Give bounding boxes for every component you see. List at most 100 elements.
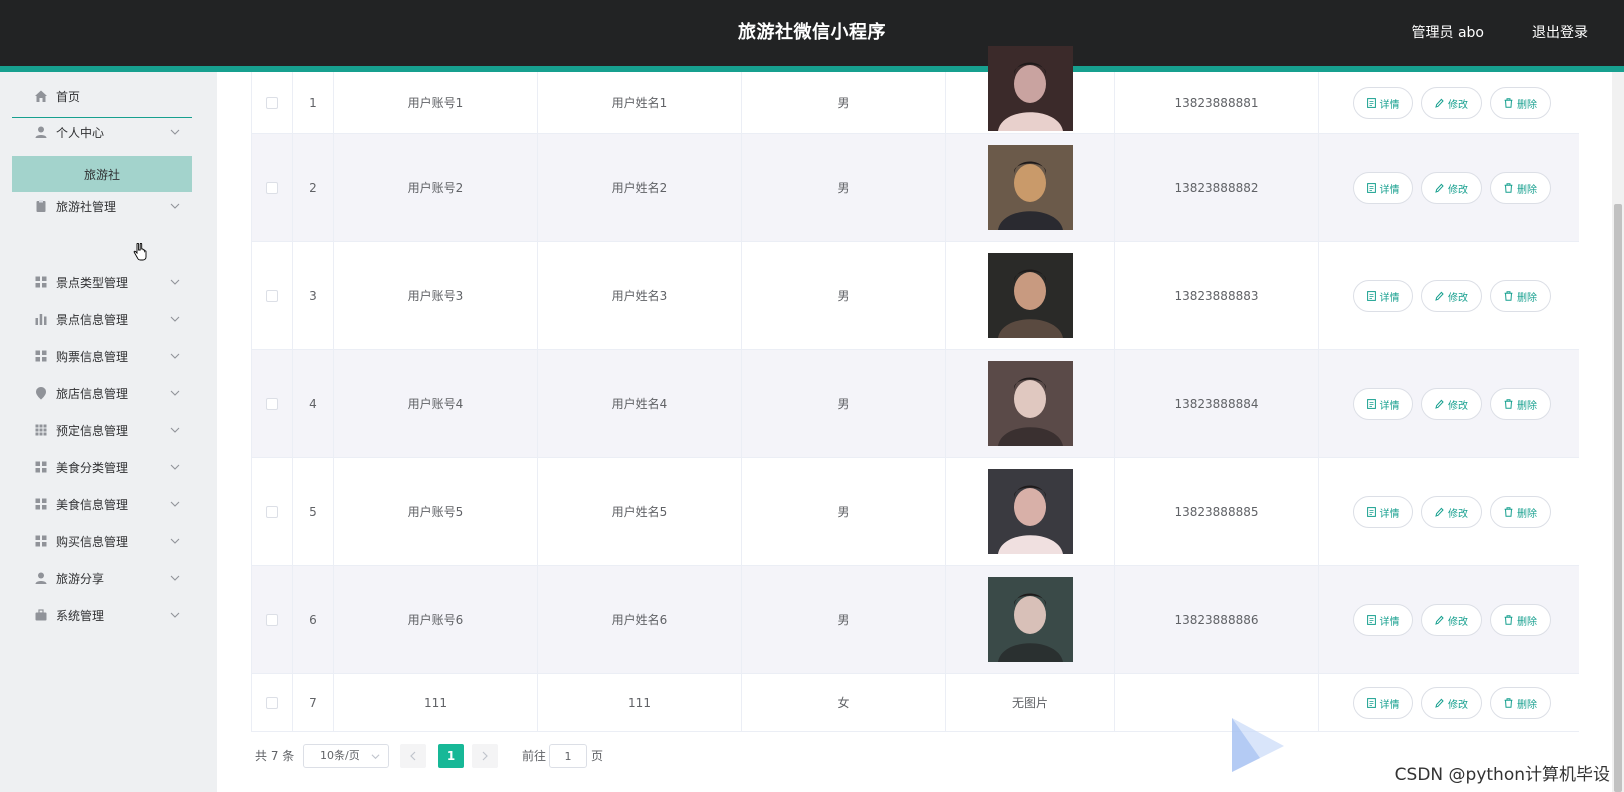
cell-gender-wrapper: 男 bbox=[742, 242, 946, 349]
cell-index-wrapper: 7 bbox=[293, 674, 334, 731]
detail-button[interactable]: 详情 bbox=[1353, 604, 1413, 636]
sidebar-item-4[interactable]: 景点类型管理 bbox=[12, 264, 192, 300]
page-size-select[interactable]: 10条/页 bbox=[303, 744, 389, 768]
sidebar-item-label: 购票信息管理 bbox=[56, 349, 129, 364]
row-checkbox[interactable] bbox=[265, 696, 278, 709]
sidebar-item-12[interactable]: 旅游分享 bbox=[12, 560, 192, 596]
row-checkbox[interactable] bbox=[265, 289, 278, 302]
sidebar-item-5[interactable]: 景点信息管理 bbox=[12, 301, 192, 337]
sidebar-item-13[interactable]: 系统管理 bbox=[12, 597, 192, 633]
vertical-scrollbar[interactable] bbox=[1612, 72, 1624, 792]
detail-button[interactable]: 详情 bbox=[1353, 496, 1413, 528]
grid-icon bbox=[35, 461, 47, 473]
cell-account: 用户账号2 bbox=[407, 181, 464, 195]
scrollbar-thumb[interactable] bbox=[1614, 204, 1622, 792]
delete-button[interactable]: 删除 bbox=[1490, 604, 1551, 636]
cell-phone: 13823888882 bbox=[1174, 180, 1259, 195]
cell-account: 用户账号5 bbox=[407, 505, 464, 519]
cell-gender: 男 bbox=[837, 289, 850, 303]
row-checkbox[interactable] bbox=[265, 505, 278, 518]
chevron-left-icon bbox=[410, 751, 416, 761]
sidebar-item-7[interactable]: 旅店信息管理 bbox=[12, 375, 192, 411]
goto-suffix: 页 bbox=[591, 749, 604, 763]
sidebar-item-3[interactable]: 旅游社管理 bbox=[12, 188, 192, 224]
sidebar-item-10[interactable]: 美食信息管理 bbox=[12, 486, 192, 522]
cell-photo-wrapper bbox=[946, 242, 1115, 349]
delete-button[interactable]: 删除 bbox=[1490, 172, 1551, 204]
cell-photo-wrapper bbox=[946, 46, 1115, 133]
trash-icon bbox=[1504, 98, 1513, 108]
no-image-text: 无图片 bbox=[1011, 696, 1048, 710]
detail-button[interactable]: 详情 bbox=[1353, 87, 1413, 119]
delete-label: 删除 bbox=[1517, 400, 1537, 412]
row-checkbox[interactable] bbox=[265, 181, 278, 194]
edit-button[interactable]: 修改 bbox=[1421, 280, 1482, 312]
cell-name: 用户姓名6 bbox=[611, 613, 668, 627]
cell-gender-wrapper: 男 bbox=[742, 72, 946, 133]
document-icon bbox=[1366, 98, 1376, 108]
row-checkbox[interactable] bbox=[265, 397, 278, 410]
cell-index-wrapper: 5 bbox=[293, 458, 334, 565]
edit-button[interactable]: 修改 bbox=[1421, 172, 1482, 204]
cell-name: 用户姓名1 bbox=[611, 96, 668, 110]
chevron-down-icon bbox=[371, 754, 380, 760]
detail-button[interactable]: 详情 bbox=[1353, 687, 1413, 719]
cell-gender-wrapper: 女 bbox=[742, 674, 946, 731]
cell-phone: 13823888883 bbox=[1174, 288, 1259, 303]
submenu-item-travel-agency[interactable]: 旅游社 bbox=[12, 156, 192, 192]
sidebar-item-label: 景点信息管理 bbox=[56, 312, 129, 327]
row-checkbox[interactable] bbox=[265, 96, 278, 109]
briefcase-icon bbox=[35, 609, 47, 621]
chevron-down-icon bbox=[170, 538, 180, 544]
pencil-icon bbox=[1435, 399, 1444, 409]
edit-button[interactable]: 修改 bbox=[1421, 604, 1482, 636]
sidebar-item-1[interactable]: 个人中心 bbox=[12, 114, 192, 150]
chevron-down-icon bbox=[170, 279, 180, 285]
cell-phone-wrapper: 13823888885 bbox=[1115, 458, 1319, 565]
delete-button[interactable]: 删除 bbox=[1490, 280, 1551, 312]
sidebar-item-0[interactable]: 首页 bbox=[12, 78, 192, 114]
sidebar-item-11[interactable]: 购买信息管理 bbox=[12, 523, 192, 559]
edit-button[interactable]: 修改 bbox=[1421, 388, 1482, 420]
edit-button[interactable]: 修改 bbox=[1421, 496, 1482, 528]
sidebar-item-label: 购买信息管理 bbox=[56, 534, 129, 549]
goto-page-input[interactable] bbox=[549, 744, 587, 768]
top-navbar: 旅游社微信小程序 管理员 abo 退出登录 bbox=[0, 0, 1624, 66]
detail-button[interactable]: 详情 bbox=[1353, 172, 1413, 204]
detail-button[interactable]: 详情 bbox=[1353, 280, 1413, 312]
document-icon bbox=[1366, 615, 1376, 625]
sidebar-item-8[interactable]: 预定信息管理 bbox=[12, 412, 192, 448]
sidebar-item-9[interactable]: 美食分类管理 bbox=[12, 449, 192, 485]
edit-button[interactable]: 修改 bbox=[1421, 87, 1482, 119]
chevron-down-icon bbox=[170, 390, 180, 396]
row-checkbox[interactable] bbox=[265, 613, 278, 626]
detail-button[interactable]: 详情 bbox=[1353, 388, 1413, 420]
prev-page-button[interactable] bbox=[400, 744, 426, 768]
cell-photo-wrapper bbox=[946, 458, 1115, 565]
delete-button[interactable]: 删除 bbox=[1490, 687, 1551, 719]
edit-button[interactable]: 修改 bbox=[1421, 687, 1482, 719]
page-number-current[interactable]: 1 bbox=[438, 744, 464, 768]
sidebar-item-6[interactable]: 购票信息管理 bbox=[12, 338, 192, 374]
delete-button[interactable]: 删除 bbox=[1490, 496, 1551, 528]
document-icon bbox=[1366, 399, 1376, 409]
cell-name: 用户姓名4 bbox=[611, 397, 668, 411]
cell-chk-wrapper bbox=[251, 242, 293, 349]
delete-button[interactable]: 删除 bbox=[1490, 87, 1551, 119]
delete-button[interactable]: 删除 bbox=[1490, 388, 1551, 420]
sidebar-item-label: 景点类型管理 bbox=[56, 275, 129, 290]
next-page-button[interactable] bbox=[472, 744, 498, 768]
cell-name-wrapper: 111 bbox=[538, 674, 742, 731]
grid-icon bbox=[35, 276, 47, 288]
delete-label: 删除 bbox=[1517, 699, 1537, 711]
chevron-down-icon bbox=[170, 464, 180, 470]
hand-cursor-icon bbox=[133, 243, 147, 261]
document-icon bbox=[1366, 507, 1376, 517]
logout-button[interactable]: 退出登录 bbox=[1532, 0, 1588, 66]
cell-phone: 13823888884 bbox=[1174, 396, 1259, 411]
cell-account: 用户账号1 bbox=[407, 96, 464, 110]
clipboard-icon bbox=[36, 200, 46, 212]
chevron-down-icon bbox=[170, 353, 180, 359]
sidebar-item-label: 旅游社管理 bbox=[56, 199, 117, 214]
cell-chk-wrapper bbox=[251, 134, 293, 241]
